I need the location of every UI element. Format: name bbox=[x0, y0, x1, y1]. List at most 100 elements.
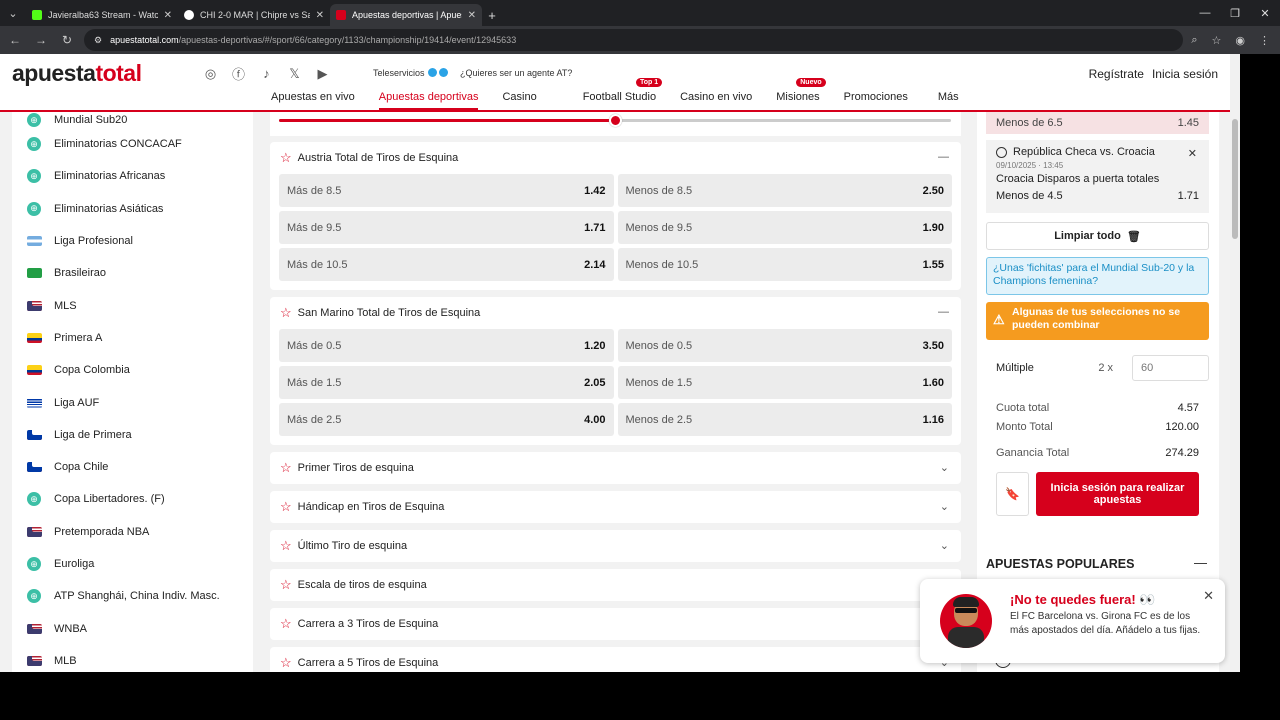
menu-icon[interactable]: ⋮ bbox=[1259, 34, 1270, 47]
favorite-star-icon[interactable]: ☆ bbox=[280, 655, 292, 671]
sidebar-item[interactable]: Liga AUF bbox=[12, 386, 253, 418]
sidebar-item[interactable]: ⊕ Mundial Sub20 bbox=[12, 112, 253, 128]
odd-button[interactable]: Más de 1.5 2.05 bbox=[279, 366, 614, 399]
telegram-icon[interactable] bbox=[428, 68, 437, 77]
sidebar-item[interactable]: MLB bbox=[12, 645, 253, 672]
messenger-icon[interactable] bbox=[439, 68, 448, 77]
sidebar-item[interactable]: ⊕ Copa Libertadores. (F) bbox=[12, 483, 253, 515]
nav-mas[interactable]: Más bbox=[938, 91, 959, 103]
browser-tab-3[interactable]: Apuestas deportivas | Apuestat... ✕ bbox=[330, 4, 482, 26]
instagram-icon[interactable]: ◎ bbox=[203, 66, 218, 81]
reload-icon[interactable]: ↻ bbox=[58, 33, 76, 47]
sidebar-item[interactable]: ⊕ Euroliga bbox=[12, 548, 253, 580]
x-twitter-icon[interactable]: 𝕏 bbox=[287, 66, 302, 81]
market-header[interactable]: ☆ Último Tiro de esquina ⌄ bbox=[270, 530, 961, 562]
favorite-star-icon[interactable]: ☆ bbox=[280, 460, 292, 476]
tiktok-icon[interactable]: ♪ bbox=[259, 66, 274, 81]
back-icon[interactable]: ← bbox=[6, 33, 24, 47]
sidebar-item[interactable]: Pretemporada NBA bbox=[12, 516, 253, 548]
chevron-down-icon[interactable]: ⌄ bbox=[940, 461, 949, 474]
promo-link[interactable]: ¿Unas 'fichitas' para el Mundial Sub-20 … bbox=[986, 257, 1209, 295]
market-header[interactable]: ☆ Carrera a 5 Tiros de Esquina ⌄ bbox=[270, 647, 961, 672]
chevron-down-icon[interactable]: ⌄ bbox=[940, 539, 949, 552]
apuestatotal-logo[interactable]: apuestatotal bbox=[12, 60, 142, 87]
sidebar-item[interactable]: Copa Colombia bbox=[12, 354, 253, 386]
facebook-icon[interactable]: ⓕ bbox=[231, 66, 246, 82]
nav-apuestas-deportivas[interactable]: Apuestas deportivas bbox=[378, 91, 478, 110]
site-info-icon[interactable]: ⚙ bbox=[94, 35, 102, 46]
remove-selection-icon[interactable]: ✕ bbox=[1188, 147, 1197, 160]
favorite-star-icon[interactable]: ☆ bbox=[280, 616, 292, 632]
collapse-icon[interactable]: — bbox=[1194, 555, 1207, 570]
agent-link[interactable]: ¿Quieres ser un agente AT? bbox=[460, 68, 572, 78]
odd-button[interactable]: Más de 8.5 1.42 bbox=[279, 174, 614, 207]
odd-button[interactable]: Más de 10.5 2.14 bbox=[279, 248, 614, 281]
scrollbar-thumb[interactable] bbox=[1232, 119, 1238, 239]
sidebar-item[interactable]: MLS bbox=[12, 289, 253, 321]
nav-apuestas-en-vivo[interactable]: Apuestas en vivo bbox=[271, 91, 355, 103]
page-scrollbar[interactable] bbox=[1230, 54, 1240, 672]
tab-search-icon[interactable]: ⌄ bbox=[0, 0, 26, 26]
collapse-icon[interactable]: — bbox=[938, 151, 949, 163]
nav-football-studio[interactable]: Football Studio Top 1 bbox=[583, 78, 663, 103]
nav-promociones[interactable]: Promociones bbox=[844, 91, 908, 103]
market-header[interactable]: ☆Escala de tiros de esquina⌄ bbox=[270, 569, 961, 601]
close-tab-icon[interactable]: ✕ bbox=[164, 10, 172, 21]
odd-button[interactable]: Más de 9.5 1.71 bbox=[279, 211, 614, 244]
sidebar-item[interactable]: ⊕ Eliminatorias Africanas bbox=[12, 160, 253, 192]
odd-button[interactable]: Menos de 10.5 1.55 bbox=[617, 248, 952, 281]
chevron-down-icon[interactable]: ⌄ bbox=[940, 500, 949, 513]
youtube-icon[interactable]: ▶ bbox=[315, 66, 330, 81]
close-tab-icon[interactable]: ✕ bbox=[316, 10, 324, 21]
favorite-star-icon[interactable]: ☆ bbox=[280, 150, 292, 166]
sidebar-item[interactable]: Copa Chile bbox=[12, 451, 253, 483]
market-header[interactable]: ☆ Hándicap en Tiros de Esquina ⌄ bbox=[270, 491, 961, 523]
sidebar-item[interactable]: ⊕ Eliminatorias Asiáticas bbox=[12, 193, 253, 225]
teleservicios-link[interactable]: Teleservicios bbox=[373, 68, 425, 78]
browser-tab-1[interactable]: Javieralba63 Stream - Watch Li... ✕ bbox=[26, 4, 178, 26]
bookmark-star-icon[interactable]: ☆ bbox=[1212, 34, 1222, 47]
odd-button[interactable]: Menos de 1.5 1.60 bbox=[617, 366, 952, 399]
clear-all-button[interactable]: Limpiar todo 🗑 bbox=[986, 222, 1209, 250]
odd-button[interactable]: Menos de 2.5 1.16 bbox=[617, 403, 952, 436]
sidebar-item[interactable]: Liga Profesional bbox=[12, 225, 253, 257]
market-header[interactable]: ☆Carrera a 3 Tiros de Esquina⌄ bbox=[270, 608, 961, 640]
login-to-bet-button[interactable]: Inicia sesión para realizar apuestas bbox=[1036, 472, 1199, 516]
zoom-icon[interactable]: ⌕ bbox=[1191, 34, 1197, 47]
sidebar-item[interactable]: WNBA bbox=[12, 612, 253, 644]
favorite-star-icon[interactable]: ☆ bbox=[280, 577, 292, 593]
close-window-icon[interactable]: ✕ bbox=[1250, 0, 1280, 26]
save-bet-button[interactable]: 🔖 bbox=[996, 472, 1029, 516]
market-header[interactable]: ☆ San Marino Total de Tiros de Esquina — bbox=[270, 297, 961, 329]
sidebar-item[interactable]: Liga de Primera bbox=[12, 419, 253, 451]
odd-button[interactable]: Más de 0.5 1.20 bbox=[279, 329, 614, 362]
sidebar-item[interactable]: Primera A bbox=[12, 322, 253, 354]
odd-button[interactable]: Más de 2.5 4.00 bbox=[279, 403, 614, 436]
nav-casino-en-vivo[interactable]: Casino en vivo bbox=[680, 91, 752, 103]
collapse-icon[interactable]: — bbox=[938, 306, 949, 318]
market-header[interactable]: ☆ Austria Total de Tiros de Esquina — bbox=[270, 142, 961, 174]
market-header[interactable]: ☆ Primer Tiros de esquina ⌄ bbox=[270, 452, 961, 484]
slider-handle[interactable] bbox=[609, 114, 622, 127]
close-toast-icon[interactable]: ✕ bbox=[1203, 588, 1214, 604]
close-tab-icon[interactable]: ✕ bbox=[468, 10, 476, 21]
sidebar-item[interactable]: ⊕ ATP Shanghái, China Indiv. Masc. bbox=[12, 580, 253, 612]
new-tab-icon[interactable]: + bbox=[482, 4, 502, 26]
nav-misiones[interactable]: Misiones Nuevo bbox=[776, 78, 826, 103]
favorite-star-icon[interactable]: ☆ bbox=[280, 538, 292, 554]
promo-toast[interactable]: ¡No te quedes fuera! 👀 El FC Barcelona v… bbox=[920, 579, 1225, 663]
register-link[interactable]: Regístrate bbox=[1089, 67, 1144, 81]
odd-button[interactable]: Menos de 8.5 2.50 bbox=[617, 174, 952, 207]
sidebar-item[interactable]: Brasileirao bbox=[12, 257, 253, 289]
odd-button[interactable]: Menos de 0.5 3.50 bbox=[617, 329, 952, 362]
odd-button[interactable]: Menos de 9.5 1.90 bbox=[617, 211, 952, 244]
favorite-star-icon[interactable]: ☆ bbox=[280, 499, 292, 515]
market-slider[interactable] bbox=[279, 114, 951, 127]
nav-casino[interactable]: Casino bbox=[502, 91, 536, 103]
url-field[interactable]: ⚙ apuestatotal.com/apuestas-deportivas/#… bbox=[84, 29, 1184, 51]
login-link[interactable]: Inicia sesión bbox=[1152, 67, 1218, 81]
minimize-icon[interactable]: — bbox=[1190, 0, 1220, 26]
sidebar-item[interactable]: ⊕ Eliminatorias CONCACAF bbox=[12, 128, 253, 160]
forward-icon[interactable]: → bbox=[32, 33, 50, 47]
stake-input[interactable]: 60 bbox=[1132, 355, 1209, 381]
